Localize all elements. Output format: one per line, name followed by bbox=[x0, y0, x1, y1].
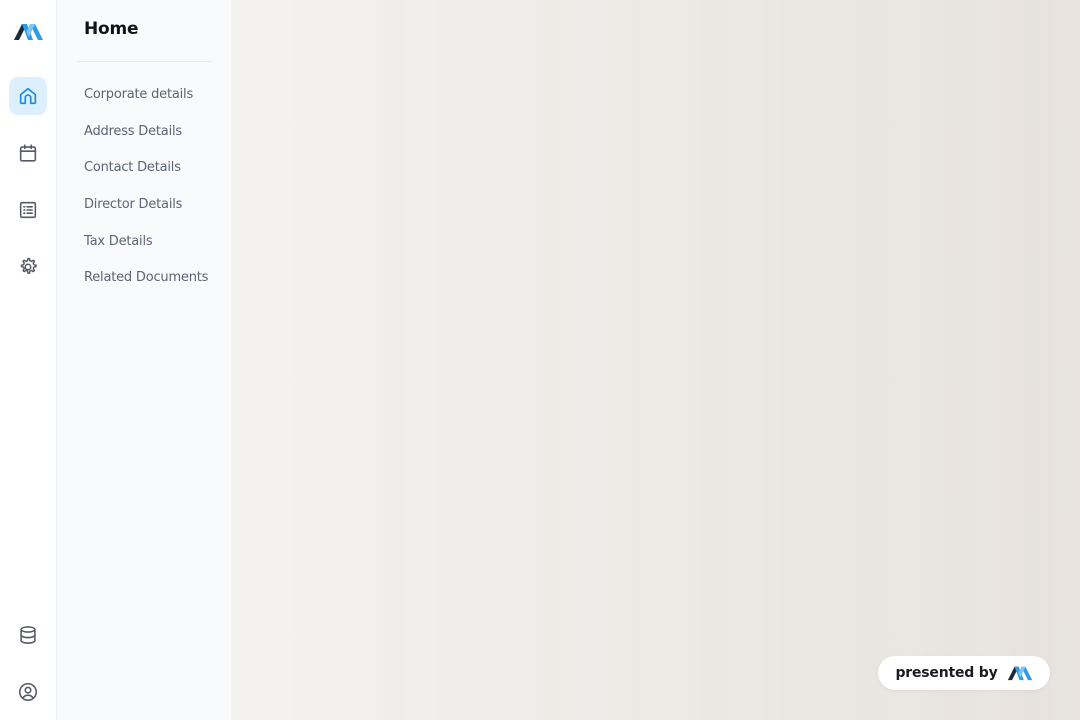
subnav-item-address-details[interactable]: Address Details bbox=[84, 122, 208, 159]
subnav-item-corporate-details[interactable]: Corporate details bbox=[84, 85, 208, 122]
secondary-nav: Home Corporate details Address Details C… bbox=[57, 0, 231, 720]
rail-profile-button[interactable] bbox=[9, 673, 47, 711]
rail-list-button[interactable] bbox=[9, 191, 47, 229]
calendar-icon bbox=[19, 144, 37, 162]
subnav-item-contact-details[interactable]: Contact Details bbox=[84, 158, 208, 195]
app-window: Home Corporate details Address Details C… bbox=[0, 0, 1080, 720]
logo-icon bbox=[1007, 666, 1032, 681]
main-content: presented by bbox=[231, 0, 1080, 720]
rail-database-button[interactable] bbox=[9, 616, 47, 654]
subnav-item-related-documents[interactable]: Related Documents bbox=[84, 268, 208, 305]
page-title: Home bbox=[84, 19, 139, 39]
divider bbox=[77, 61, 212, 62]
presented-by-label: presented by bbox=[895, 665, 998, 681]
list-icon bbox=[19, 201, 37, 219]
rail-home-button[interactable] bbox=[9, 77, 47, 115]
user-circle-icon bbox=[18, 682, 38, 702]
gear-icon bbox=[20, 257, 37, 274]
database-icon bbox=[20, 626, 36, 644]
subnav-list: Corporate details Address Details Contac… bbox=[84, 85, 208, 305]
icon-rail bbox=[0, 0, 57, 720]
home-icon bbox=[19, 87, 37, 105]
subnav-item-tax-details[interactable]: Tax Details bbox=[84, 232, 208, 269]
rail-calendar-button[interactable] bbox=[9, 134, 47, 172]
subnav-item-director-details[interactable]: Director Details bbox=[84, 195, 208, 232]
rail-settings-button[interactable] bbox=[9, 248, 47, 286]
presented-by-badge[interactable]: presented by bbox=[878, 656, 1050, 690]
logo-icon[interactable] bbox=[13, 21, 44, 42]
